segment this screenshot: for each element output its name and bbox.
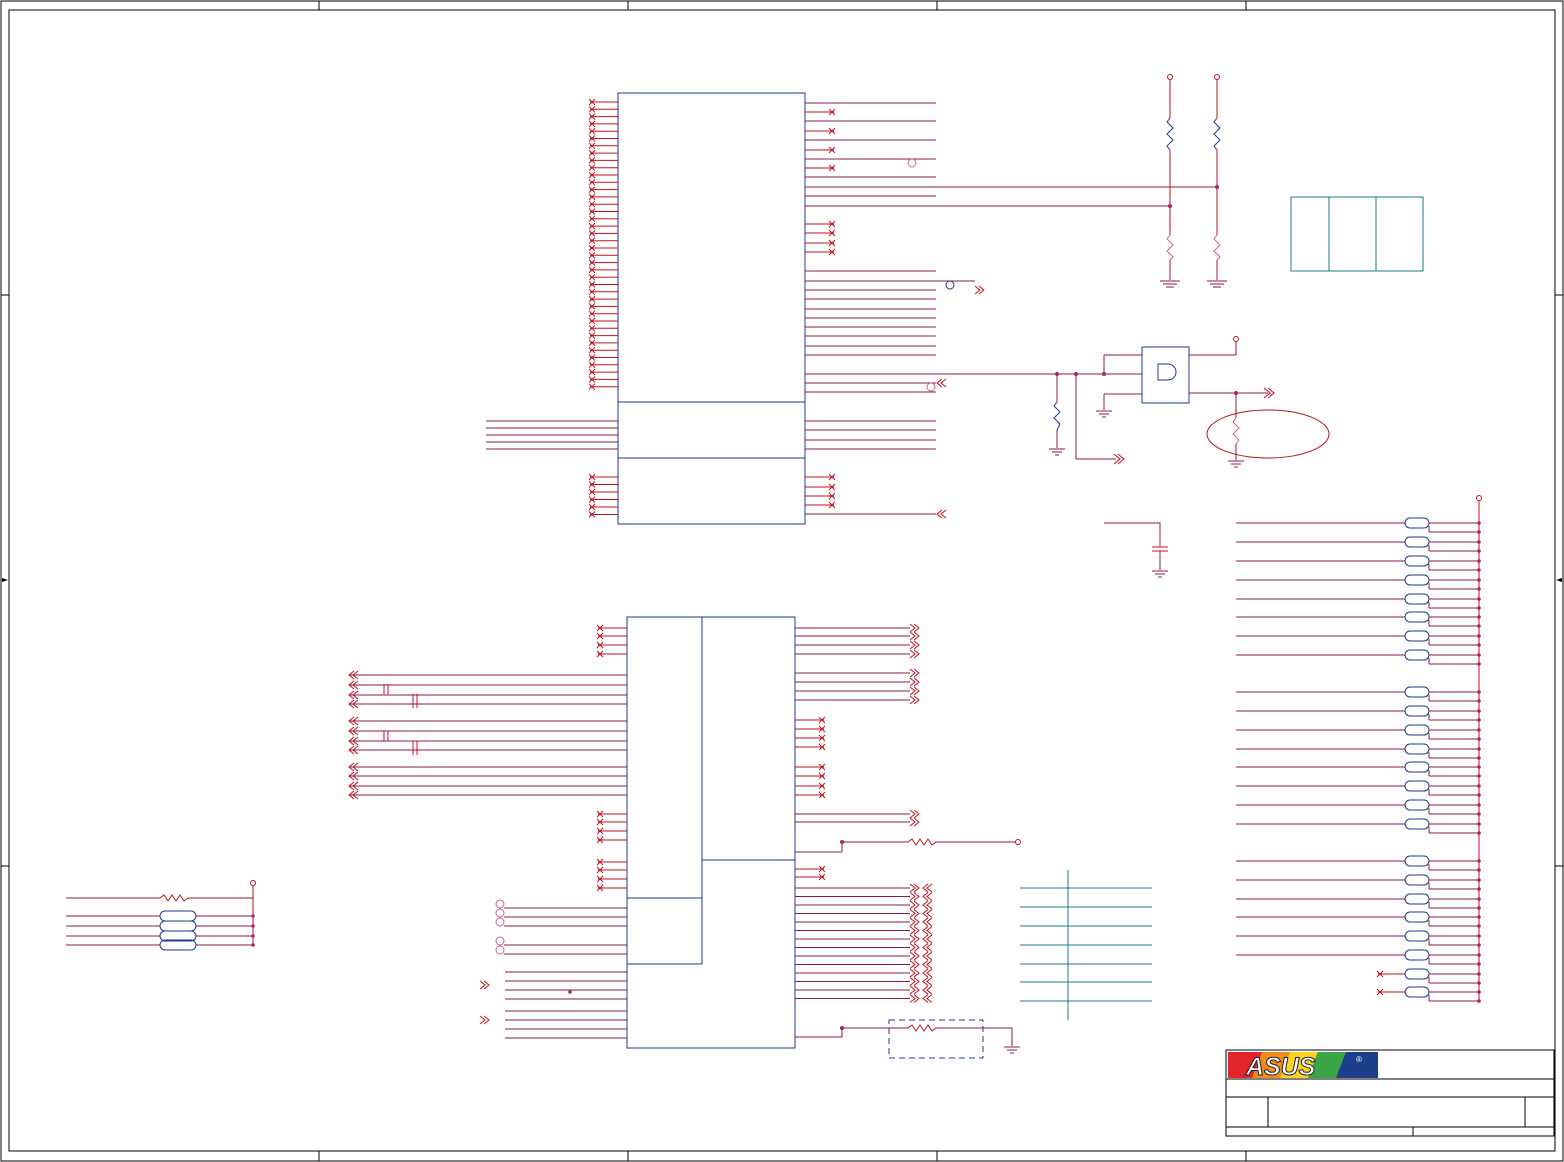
optional-resistor [795,1019,1020,1059]
net-table [1020,870,1152,1020]
config-table-box [1290,196,1424,272]
decoupling-capacitor [1104,522,1168,578]
schematic-sheet: ASUS ® [0,0,1564,1162]
asus-logo: ASUS ® [1228,1052,1378,1082]
resistor-pack-array [1236,495,1482,1003]
lower-ic-block [348,616,933,1049]
registered-mark: ® [1356,1055,1362,1064]
title-block: ASUS ® [1225,1049,1555,1137]
sheet-frame [0,0,1564,1162]
upper-ic-block [486,92,985,525]
asus-logo-text: ASUS [1245,1053,1316,1081]
pullup-resistor-network [805,74,1227,288]
and-gate-section [805,336,1330,468]
lower-left-resistor-group [66,880,256,951]
series-resistor [795,838,1021,853]
